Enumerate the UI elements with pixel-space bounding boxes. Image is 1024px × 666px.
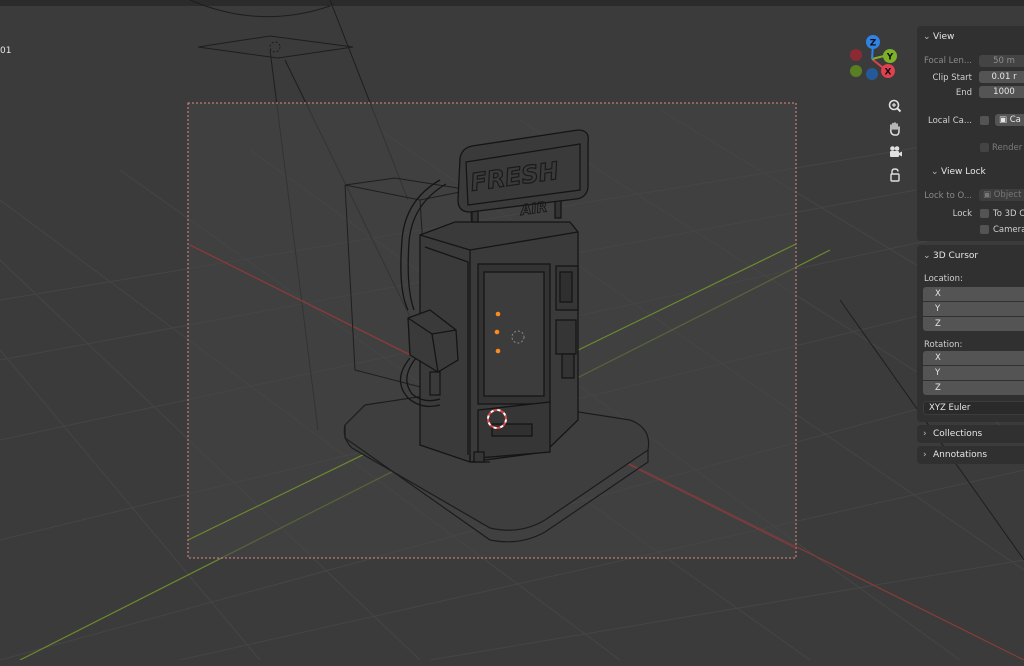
chevron-down-icon: ⌄: [931, 167, 939, 177]
clip-end-label: End: [955, 88, 972, 98]
focal-length-field[interactable]: 50 m: [979, 55, 1024, 67]
lock-to-object-label: Lock to O...: [924, 191, 972, 201]
origin-dot: [495, 348, 501, 354]
focal-length-label: Focal Len...: [923, 56, 972, 66]
lock-to-object-field[interactable]: ▣ Object: [979, 189, 1024, 201]
hand-pan-icon[interactable]: [885, 119, 905, 139]
origin-dot: [494, 329, 500, 335]
rotation-x-field[interactable]: X: [923, 351, 1024, 365]
3d-cursor-header[interactable]: ⌄ 3D Cursor: [923, 251, 978, 261]
location-x-field[interactable]: X: [923, 287, 1024, 301]
rotation-mode-dropdown[interactable]: XYZ Euler: [923, 401, 1024, 415]
rotation-y-field[interactable]: Y: [923, 366, 1024, 380]
collections-panel[interactable]: › Collections: [917, 425, 1024, 443]
zoom-icon[interactable]: [885, 96, 905, 116]
gizmo-x-label: X: [885, 68, 892, 78]
clip-start-field[interactable]: 0.01 r: [979, 71, 1024, 83]
3d-viewport[interactable]: FRESH AIR Z Y X: [0, 0, 1024, 660]
render-region-checkbox[interactable]: [980, 143, 989, 152]
chevron-down-icon: ⌄: [923, 32, 931, 42]
chevron-down-icon: ⌄: [923, 251, 931, 261]
local-camera-label: Local Ca...: [928, 116, 972, 126]
object-icon: ▣: [983, 190, 994, 200]
collections-header[interactable]: › Collections: [923, 429, 982, 439]
to-3d-cursor-label: To 3D C: [993, 209, 1024, 219]
sidebar-n-panel: ⌄ View Focal Len... 50 m Clip Start 0.01 …: [917, 26, 1024, 666]
3d-cursor-panel: ⌄ 3D Cursor Location: X Y Z Rotation: X Y…: [917, 245, 1024, 422]
camera-icon[interactable]: [885, 142, 905, 162]
lock-to-cursor-checkbox[interactable]: [980, 209, 989, 218]
camera-object-icon: ▣: [999, 115, 1010, 125]
annotations-panel[interactable]: › Annotations: [917, 446, 1024, 464]
rotation-z-field[interactable]: Z: [923, 381, 1024, 395]
origin-dot: [495, 311, 501, 317]
navigation-gizmo[interactable]: Z Y X: [850, 35, 897, 80]
gizmo-z-label: Z: [870, 39, 877, 49]
local-camera-checkbox[interactable]: [980, 116, 989, 125]
view-panel: ⌄ View Focal Len... 50 m Clip Start 0.01 …: [917, 26, 1024, 241]
view-panel-header[interactable]: ⌄ View: [923, 32, 954, 42]
chevron-right-icon: ›: [923, 450, 927, 460]
lock-label: Lock: [952, 209, 972, 219]
location-z-field[interactable]: Z: [923, 317, 1024, 331]
lock-camera-checkbox[interactable]: [980, 225, 989, 234]
clip-start-label: Clip Start: [932, 73, 972, 83]
render-region-label: Render R: [992, 143, 1024, 153]
local-camera-field[interactable]: ▣ Ca: [995, 114, 1024, 126]
clip-end-field[interactable]: 1000: [979, 86, 1024, 98]
lock-icon[interactable]: [885, 165, 905, 185]
location-y-field[interactable]: Y: [923, 302, 1024, 316]
gizmo-y-label: Y: [886, 53, 894, 63]
viewport-corner-label: 01: [0, 46, 12, 56]
lock-camera-label: Camera: [993, 225, 1024, 235]
view-lock-header[interactable]: ⌄ View Lock: [931, 167, 986, 177]
rotation-label: Rotation:: [924, 340, 963, 350]
location-label: Location:: [924, 274, 963, 284]
annotations-header[interactable]: › Annotations: [923, 450, 987, 460]
chevron-right-icon: ›: [923, 429, 927, 439]
